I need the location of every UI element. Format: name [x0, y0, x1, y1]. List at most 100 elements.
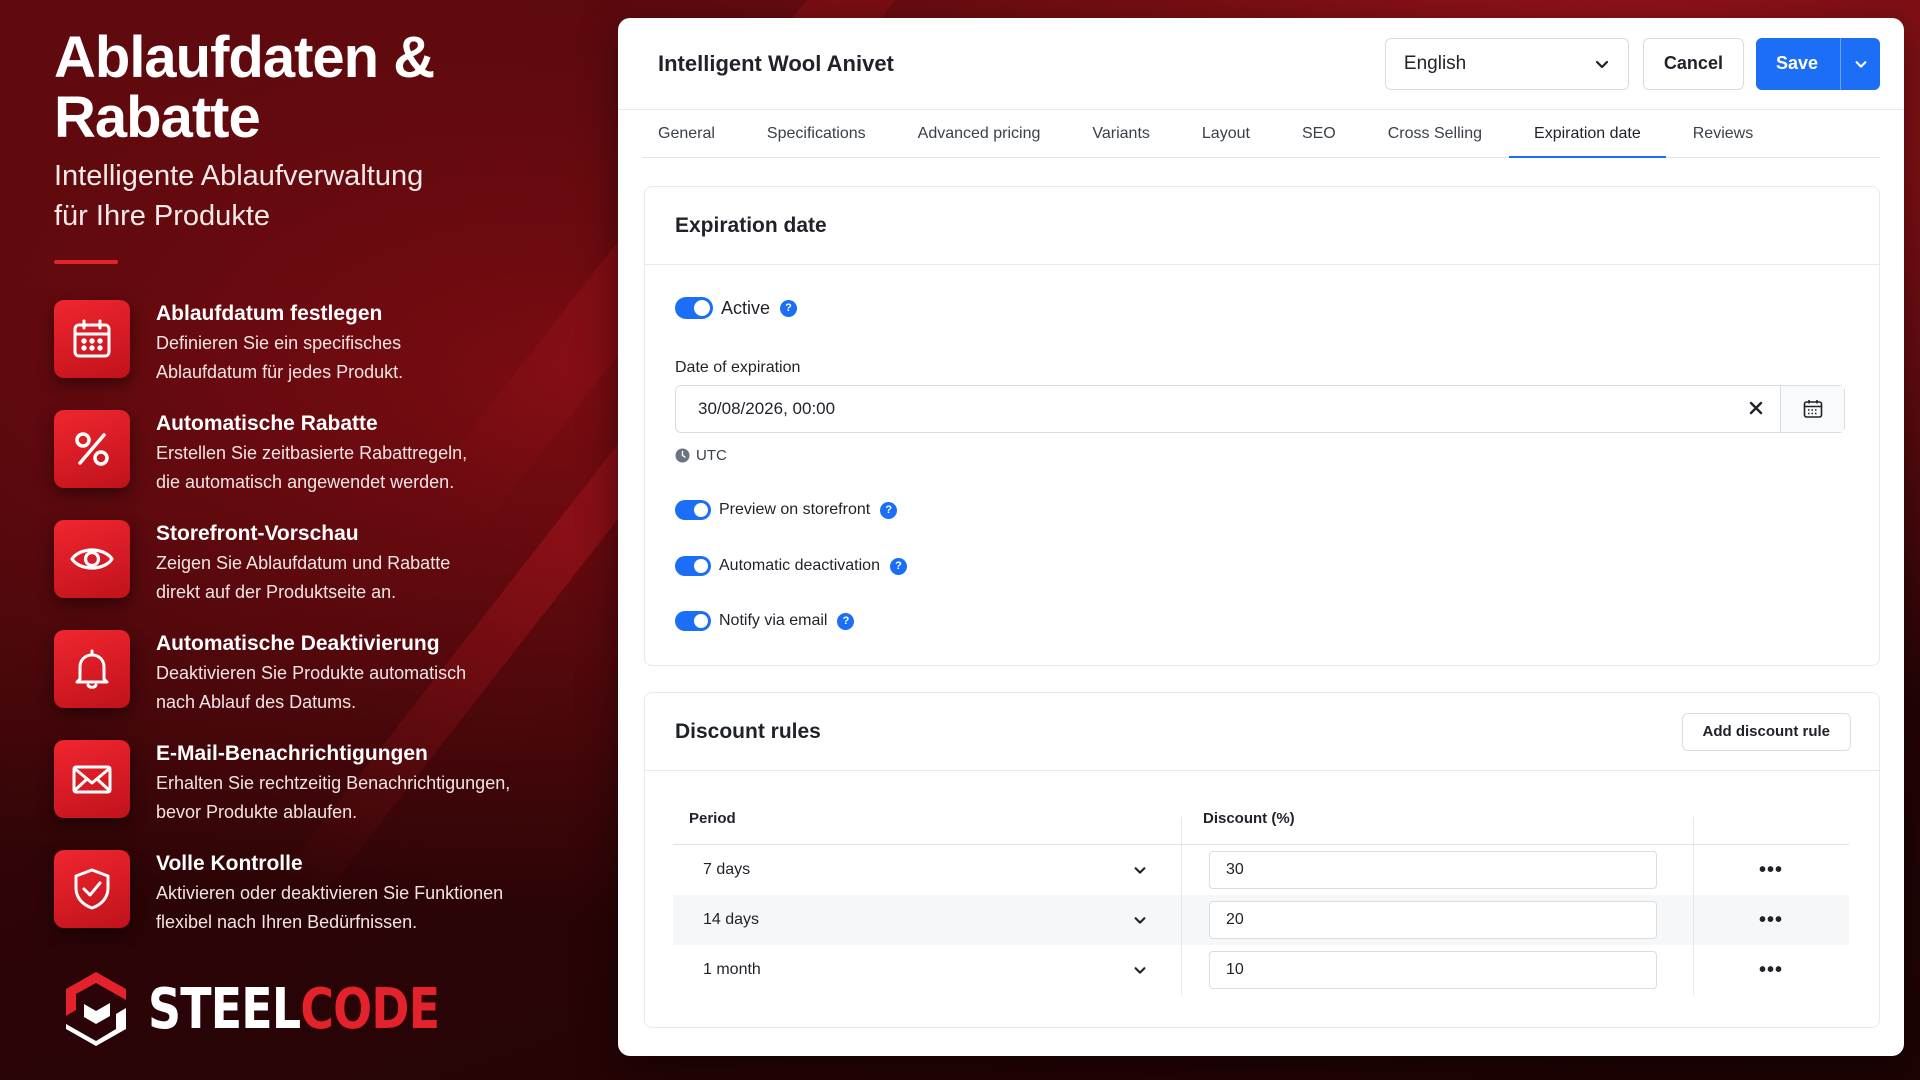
- tab-cross-selling[interactable]: Cross Selling: [1388, 125, 1482, 157]
- period-select[interactable]: 7 days: [673, 861, 1181, 879]
- clock-icon: [675, 448, 690, 463]
- headline-line: Rabatte: [54, 85, 261, 150]
- editor-header: Intelligent Wool Anivet English Cancel S…: [618, 18, 1904, 110]
- period-select[interactable]: 14 days: [673, 911, 1181, 929]
- cancel-button[interactable]: Cancel: [1642, 37, 1744, 90]
- deactivation-toggle[interactable]: [675, 556, 711, 576]
- save-button[interactable]: Save: [1756, 38, 1840, 90]
- feature-text: Storefront-Vorschau Zeigen Sie Ablaufdat…: [156, 521, 450, 607]
- headline-line: Ablaufdaten &: [54, 25, 435, 90]
- accent-divider: [54, 260, 118, 264]
- chevron-down-icon: [1134, 967, 1146, 974]
- promo-headline: Ablaufdaten & Rabatte: [54, 28, 574, 148]
- feature-title: E-Mail-Benachrichtigungen: [156, 742, 428, 765]
- bell-icon: [54, 630, 130, 708]
- discount-input[interactable]: 20: [1209, 901, 1657, 939]
- feature-desc-line: Aktivieren oder deaktivieren Sie Funktio…: [156, 883, 504, 903]
- brand-wordmark: STEELCODE: [148, 976, 440, 1042]
- steelcode-logo: STEELCODE: [62, 970, 503, 1048]
- discount-input[interactable]: 30: [1209, 851, 1657, 889]
- expiration-date-value: 30/08/2026, 00:00: [698, 399, 836, 418]
- save-options-button[interactable]: [1840, 37, 1880, 90]
- feature-desc-line: flexibel nach Ihren Bedürfnissen.: [156, 912, 418, 932]
- active-toggle[interactable]: [675, 297, 713, 319]
- tab-expiration-date[interactable]: Expiration date: [1509, 125, 1666, 158]
- feature-title: Automatische Rabatte: [156, 412, 378, 435]
- feature-text: Automatische Deaktivierung Deaktivieren …: [156, 631, 466, 717]
- promo-panel: Ablaufdaten & Rabatte Intelligente Ablau…: [54, 28, 574, 960]
- feature-text: Ablaufdatum festlegen Definieren Sie ein…: [156, 301, 403, 387]
- brand-code: CODE: [300, 976, 440, 1042]
- feature-desc: Erhalten Sie rechtzeitig Benachrichtigun…: [156, 769, 510, 827]
- chevron-down-icon: [1134, 917, 1146, 924]
- feature-desc-line: Erstellen Sie zeitbasierte Rabattregeln,: [156, 443, 468, 463]
- deactivation-label: Automatic deactivation: [719, 557, 880, 574]
- date-of-expiration-label: Date of expiration: [675, 359, 801, 376]
- discount-rules-card: Discount rules Add discount rule Period …: [644, 692, 1880, 1028]
- feature-desc-line: die automatisch angewendet werden.: [156, 472, 455, 492]
- brand-steel: STEEL: [148, 976, 301, 1042]
- row-actions-button[interactable]: •••: [1693, 909, 1849, 932]
- calendar-icon: [1803, 400, 1822, 418]
- chevron-down-icon: [1595, 60, 1609, 68]
- add-discount-rule-button[interactable]: Add discount rule: [1681, 712, 1851, 751]
- shield-check-icon: [54, 850, 130, 928]
- feature-desc: Zeigen Sie Ablaufdatum und Rabatte direkt…: [156, 549, 450, 607]
- period-value: 1 month: [703, 961, 761, 978]
- tab-advanced-pricing[interactable]: Advanced pricing: [918, 125, 1041, 157]
- chevron-down-icon: [1134, 867, 1146, 874]
- tab-seo[interactable]: SEO: [1302, 125, 1336, 157]
- discount-cell: 10: [1181, 951, 1693, 989]
- active-label: Active: [721, 297, 771, 318]
- tab-specifications[interactable]: Specifications: [767, 125, 866, 157]
- save-button-group: Save: [1755, 37, 1880, 90]
- discount-input[interactable]: 10: [1209, 951, 1657, 989]
- help-icon[interactable]: ?: [889, 557, 907, 575]
- discount-table: Period Discount (%) 7 days 30 ••• 14 day…: [673, 793, 1849, 995]
- help-icon[interactable]: ?: [837, 612, 855, 630]
- feature-title: Automatische Deaktivierung: [156, 632, 440, 655]
- chevron-down-icon: [1855, 60, 1866, 68]
- period-select[interactable]: 1 month: [673, 961, 1181, 979]
- help-icon[interactable]: ?: [780, 299, 798, 317]
- feature-desc-line: direkt auf der Produktseite an.: [156, 582, 397, 602]
- tab-bar: General Specifications Advanced pricing …: [642, 110, 1880, 158]
- expiration-card-title: Expiration date: [675, 213, 827, 237]
- row-actions-button[interactable]: •••: [1693, 859, 1849, 882]
- preview-toggle[interactable]: [675, 500, 711, 520]
- feature-list: Ablaufdatum festlegen Definieren Sie ein…: [54, 300, 574, 960]
- table-row: 14 days 20 •••: [673, 895, 1849, 945]
- calendar-icon: [54, 300, 130, 378]
- tab-general[interactable]: General: [658, 125, 715, 157]
- expiration-card-header: Expiration date: [645, 187, 1879, 265]
- notify-toggle[interactable]: [675, 611, 711, 631]
- notify-row: Notify via email ?: [675, 611, 855, 631]
- expiration-date-field[interactable]: 30/08/2026, 00:00: [675, 385, 1845, 433]
- feature-item: Storefront-Vorschau Zeigen Sie Ablaufdat…: [54, 520, 574, 630]
- feature-text: E-Mail-Benachrichtigungen Erhalten Sie r…: [156, 741, 510, 827]
- tab-layout[interactable]: Layout: [1202, 125, 1250, 157]
- open-calendar-button[interactable]: [1780, 386, 1844, 432]
- table-row: 7 days 30 •••: [673, 845, 1849, 895]
- help-icon[interactable]: ?: [880, 501, 898, 519]
- language-select[interactable]: English: [1384, 37, 1629, 90]
- promo-subline: Intelligente Ablaufverwaltung für Ihre P…: [54, 156, 574, 236]
- preview-label: Preview on storefront: [719, 501, 871, 518]
- expiration-card: Expiration date Active ? Date of expirat…: [644, 186, 1880, 666]
- feature-item: Automatische Deaktivierung Deaktivieren …: [54, 630, 574, 740]
- clear-date-button[interactable]: [1732, 399, 1780, 420]
- feature-desc: Deaktivieren Sie Produkte automatisch nac…: [156, 659, 466, 717]
- close-icon: [1749, 401, 1763, 414]
- tab-variants[interactable]: Variants: [1092, 125, 1150, 157]
- subline-line: Intelligente Ablaufverwaltung: [54, 160, 424, 192]
- row-actions-button[interactable]: •••: [1693, 959, 1849, 982]
- period-value: 14 days: [703, 911, 760, 928]
- percent-icon: [54, 410, 130, 488]
- feature-title: Ablaufdatum festlegen: [156, 302, 383, 325]
- discount-column-header: Discount (%): [1203, 810, 1295, 827]
- feature-item: Ablaufdatum festlegen Definieren Sie ein…: [54, 300, 574, 410]
- table-row: 1 month 10 •••: [673, 945, 1849, 995]
- feature-desc-line: Deaktivieren Sie Produkte automatisch: [156, 663, 467, 683]
- product-editor-window: Intelligent Wool Anivet English Cancel S…: [618, 18, 1904, 1056]
- tab-reviews[interactable]: Reviews: [1693, 125, 1753, 157]
